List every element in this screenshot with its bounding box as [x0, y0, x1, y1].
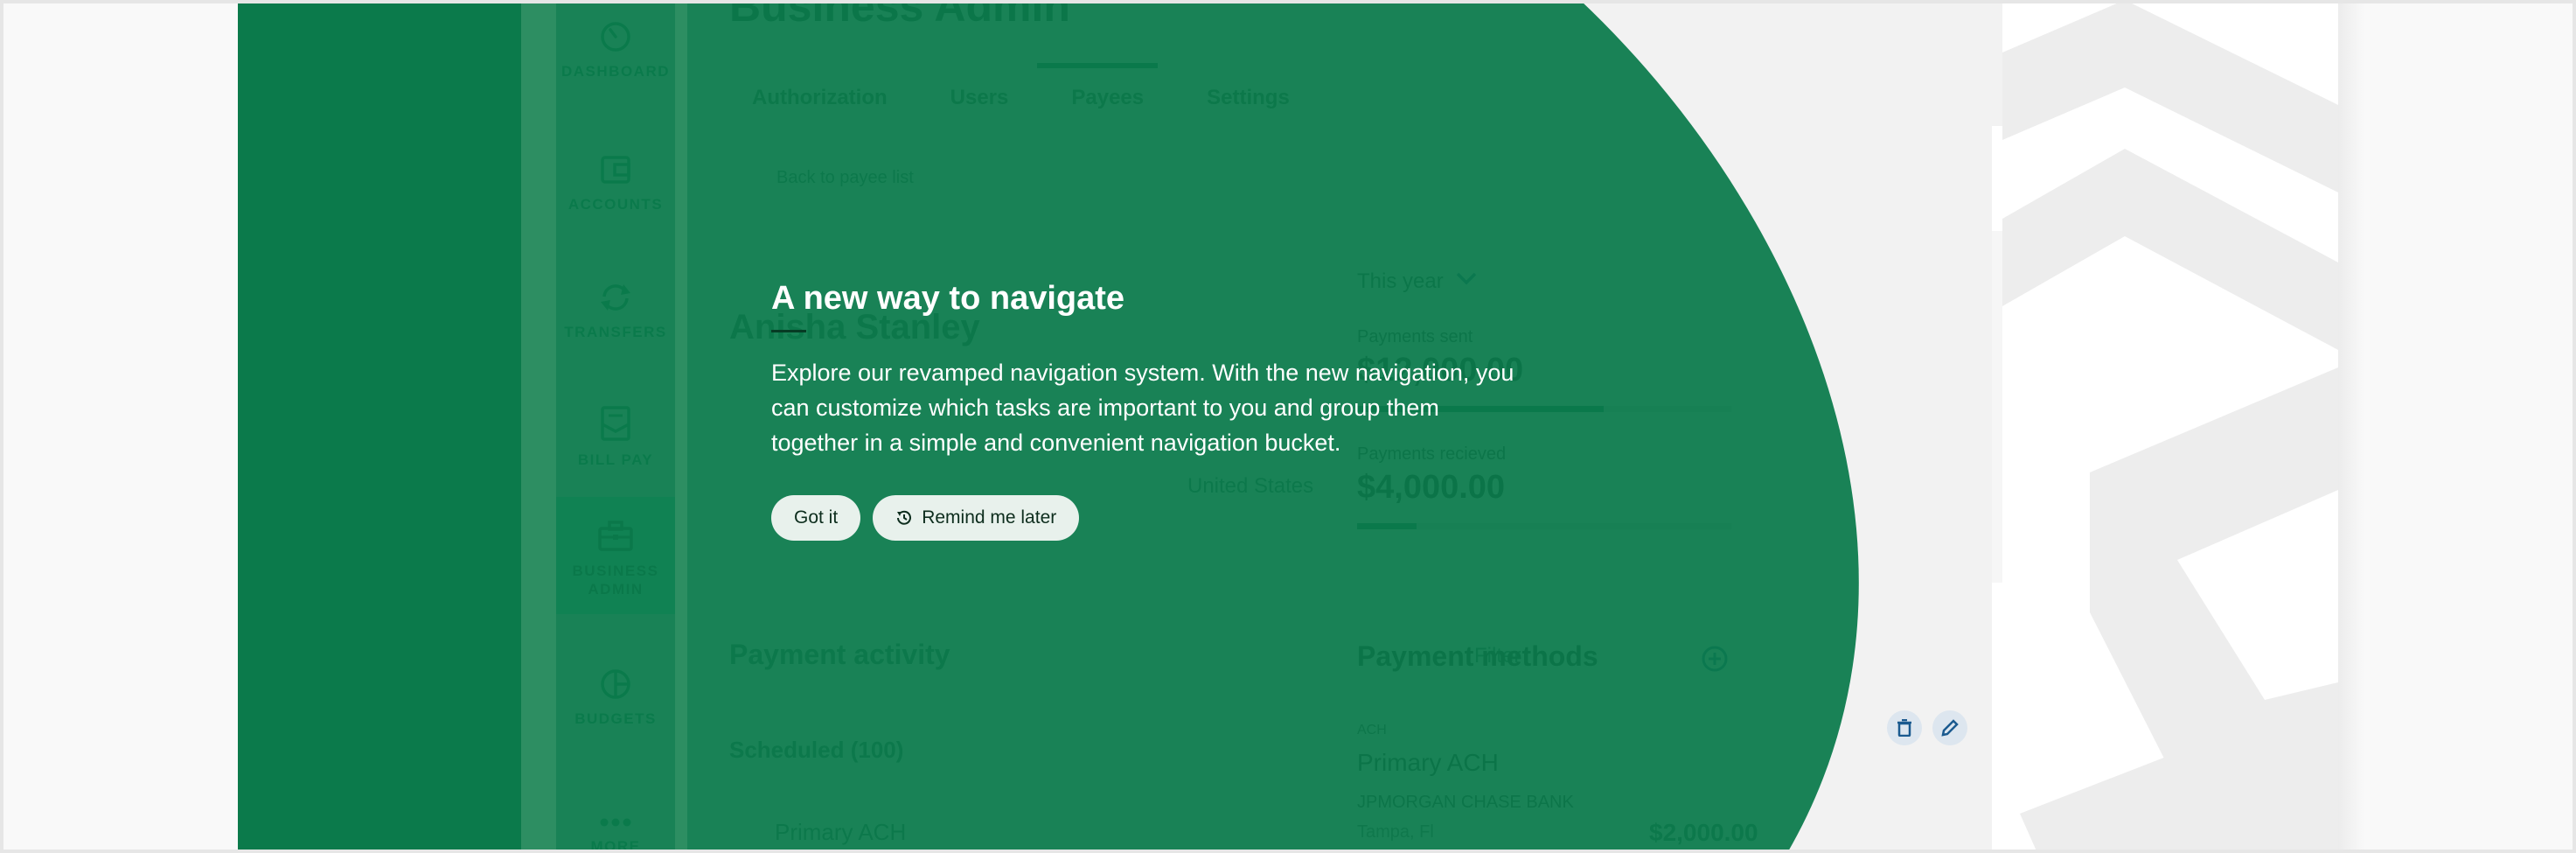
trash-icon [1897, 719, 1911, 737]
remind-me-later-button[interactable]: Remind me later [873, 495, 1080, 541]
screen: DASHBOARD ACCOUNTS TRANSFERS BILL PAY BU… [0, 0, 2576, 853]
got-it-label: Got it [794, 507, 839, 528]
title-underline [771, 330, 806, 332]
edit-payment-method-button[interactable] [1932, 710, 1967, 745]
coachmark-dialog: A new way to navigate Explore our revamp… [771, 280, 1541, 541]
summary-card-header [1992, 126, 2002, 231]
coachmark-actions: Got it Remind me later [771, 495, 1541, 541]
got-it-button[interactable]: Got it [771, 495, 861, 541]
payment-methods-card [1992, 583, 2002, 853]
decorative-chevrons [2002, 0, 2338, 853]
history-icon [897, 510, 912, 525]
panel-shadow [2338, 0, 2364, 853]
coachmark-title: A new way to navigate [771, 280, 1125, 317]
coachmark-body: Explore our revamped navigation system. … [771, 360, 1514, 456]
pencil-icon [1941, 719, 1959, 737]
remind-me-later-label: Remind me later [922, 507, 1057, 528]
decorative-background [2002, 0, 2338, 853]
summary-card [1992, 231, 2002, 583]
delete-payment-method-button[interactable] [1887, 710, 1922, 745]
